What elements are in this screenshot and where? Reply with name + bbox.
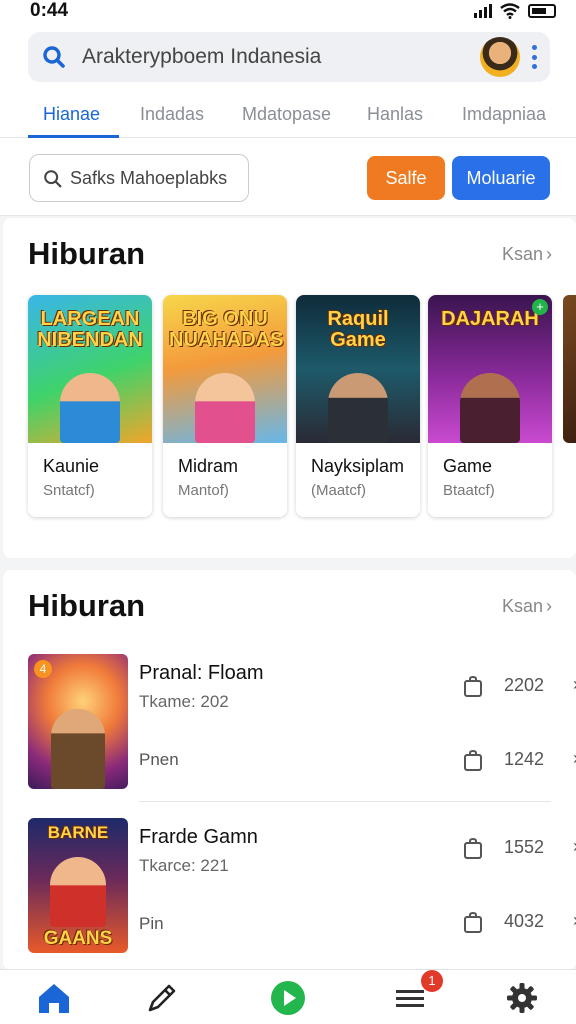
game-card[interactable]: DAJARAH + Game Btaatcf): [428, 295, 552, 517]
game-art-title: DAJARAH: [441, 308, 539, 330]
game-subtitle: Sntatcf): [43, 482, 95, 499]
signal-icon: [474, 4, 492, 18]
game-thumbnail: 4: [28, 654, 128, 789]
tab-hianae[interactable]: Hianae: [43, 104, 100, 125]
rank-badge: 4: [34, 660, 52, 678]
chevron-right-icon: ›: [546, 596, 552, 616]
chevron-right-icon: ›: [546, 244, 552, 264]
game-name: Game: [443, 456, 493, 476]
game-card[interactable]: Raquil Game Nayksiplam (Maatcf): [296, 295, 420, 517]
price: 4032: [504, 911, 545, 931]
price: 2202: [504, 675, 545, 695]
item-extra: Pnen: [139, 750, 179, 769]
tab-hanlas[interactable]: Hanlas: [367, 104, 423, 125]
game-name: Nayksiplam: [311, 456, 405, 476]
home-icon[interactable]: [34, 978, 74, 1018]
tab-imdapniaa[interactable]: Imdapniaa: [462, 104, 546, 125]
game-thumbnail: BIG ONU NUAHADAS: [163, 295, 287, 443]
search-bar[interactable]: Arakterypboem Indanesia: [28, 32, 550, 82]
see-all-link[interactable]: Ksan ›: [502, 244, 552, 265]
moluarie-button[interactable]: Moluarie: [452, 156, 550, 200]
bag-icon: [464, 911, 482, 933]
header: Arakterypboem Indanesia Hianae Indadas M…: [0, 24, 576, 138]
item-title: Pranal: Floam: [139, 662, 264, 684]
status-time: 0:44: [30, 0, 69, 21]
salfe-button[interactable]: Salfe: [367, 156, 445, 200]
search-input[interactable]: Arakterypboem Indanesia: [82, 45, 321, 69]
item-extra: Pin: [139, 914, 164, 933]
game-art-title-top: BARNE: [47, 823, 109, 842]
game-subtitle: (Maatcf): [311, 482, 367, 499]
game-card[interactable]: LARGEAN NIBENDAN Kaunie Sntatcf): [28, 295, 152, 517]
search-icon: [44, 170, 62, 188]
wifi-icon: [500, 3, 520, 19]
more-options-icon[interactable]: [530, 45, 538, 69]
price-line[interactable]: 2202 ›: [461, 674, 576, 698]
play-icon[interactable]: [268, 978, 308, 1018]
see-all-label: Ksan: [501, 596, 543, 616]
game-subtitle: Btaatcf): [443, 482, 495, 499]
bottom-nav: 1: [0, 969, 576, 1024]
bag-icon: [464, 837, 482, 859]
section-hiburan-carousel: Hiburan Ksan › LARGEAN NIBENDAN Kaunie Sn…: [3, 218, 576, 558]
search-icon: [43, 46, 65, 68]
divider: [139, 801, 551, 802]
game-thumbnail: DAJARAH +: [428, 295, 552, 443]
battery-icon: [528, 4, 556, 18]
game-thumbnail: LARGEAN NIBENDAN: [28, 295, 152, 443]
gear-icon[interactable]: [502, 978, 542, 1018]
game-card-peek[interactable]: [563, 295, 576, 443]
price-line[interactable]: 4032 ›: [461, 910, 576, 934]
see-all-label: Ksan: [501, 244, 543, 264]
see-all-link[interactable]: Ksan ›: [502, 596, 552, 617]
filter-placeholder: Safks Mahoeplabks: [70, 168, 228, 188]
list-item[interactable]: BARNE GAANS Frarde Gamn Tkarce: 221 Pin …: [3, 816, 576, 964]
price: 1242: [504, 749, 545, 769]
status-bar: 0:44: [0, 0, 576, 24]
game-subtitle: Mantof): [178, 482, 229, 499]
section-hiburan-list: Hiburan Ksan › 4 Pranal: Floam Tkame: 202…: [3, 570, 576, 970]
price-line[interactable]: 1552 ›: [461, 836, 576, 860]
tab-indadas[interactable]: Indadas: [140, 104, 204, 125]
notification-badge: 1: [421, 970, 443, 992]
add-icon[interactable]: +: [532, 299, 548, 315]
item-title: Frarde Gamn: [139, 826, 258, 848]
pen-icon[interactable]: [142, 978, 182, 1018]
game-name: Kaunie: [43, 456, 100, 476]
tab-bar: Hianae Indadas Mdatopase Hanlas Imdapnia…: [0, 96, 576, 138]
section-title: Hiburan: [28, 236, 146, 271]
game-art-title: LARGEAN NIBENDAN: [37, 308, 143, 351]
game-thumbnail: BARNE GAANS: [28, 818, 128, 953]
avatar[interactable]: [480, 37, 520, 77]
status-icons: [474, 3, 556, 19]
section-title: Hiburan: [28, 588, 146, 623]
game-name: Midram: [178, 456, 239, 476]
list-item[interactable]: 4 Pranal: Floam Tkame: 202 Pnen 2202 › 1…: [3, 652, 576, 800]
game-thumbnail: Raquil Game: [296, 295, 420, 443]
filter-row: Safks Mahoeplabks Salfe Moluarie: [0, 138, 576, 216]
bag-icon: [464, 749, 482, 771]
game-art-title-bottom: GAANS: [43, 928, 113, 950]
price: 1552: [504, 837, 545, 857]
bag-icon: [464, 675, 482, 697]
filter-search-field[interactable]: Safks Mahoeplabks: [29, 154, 249, 202]
item-subtitle: Tkarce: 221: [139, 856, 229, 875]
game-card[interactable]: BIG ONU NUAHADAS Midram Mantof): [163, 295, 287, 517]
game-art-title: Raquil Game: [327, 308, 389, 351]
game-art-title: BIG ONU NUAHADAS: [169, 308, 284, 351]
tab-mdatopase[interactable]: Mdatopase: [242, 104, 331, 125]
item-subtitle: Tkame: 202: [139, 692, 229, 711]
price-line[interactable]: 1242 ›: [461, 748, 576, 772]
